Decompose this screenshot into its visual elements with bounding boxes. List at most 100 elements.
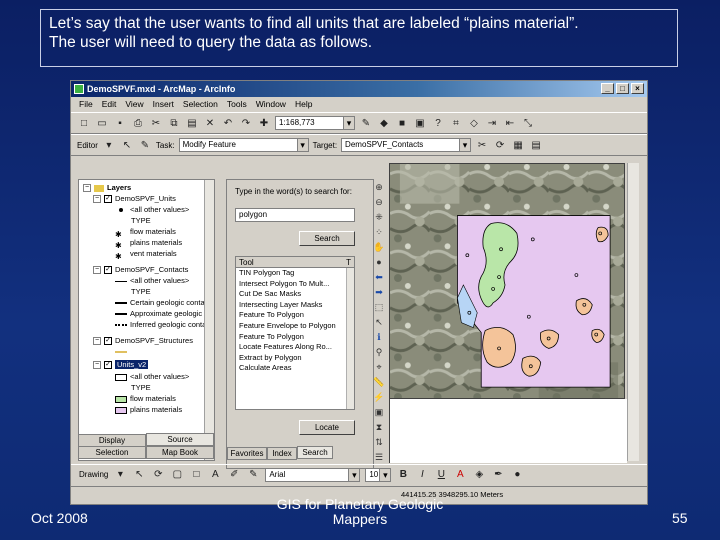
list-item[interactable]: Calculate Areas bbox=[236, 363, 354, 374]
add-data-icon[interactable]: ✚ bbox=[257, 116, 271, 130]
drawing-menu[interactable]: Drawing bbox=[79, 470, 108, 479]
sketch-tool-icon[interactable]: ✎ bbox=[138, 138, 152, 152]
delete-icon[interactable]: ✕ bbox=[203, 116, 217, 130]
go-back-icon[interactable]: ⬅ bbox=[373, 271, 385, 284]
list-item[interactable]: Intersect Polygon To Mult... bbox=[236, 279, 354, 290]
select-elements-icon[interactable]: ↖ bbox=[373, 316, 385, 329]
rectangle-icon[interactable]: □ bbox=[189, 468, 203, 482]
list-item[interactable]: Cut De Sac Masks bbox=[236, 289, 354, 300]
topology-icon[interactable]: ⌗ bbox=[449, 116, 463, 130]
toc-row-layers[interactable]: − Layers bbox=[83, 182, 131, 193]
map-display[interactable] bbox=[389, 163, 625, 399]
menu-file[interactable]: File bbox=[79, 97, 93, 112]
results-scrollbar[interactable] bbox=[346, 268, 354, 409]
marker-color-icon[interactable]: ● bbox=[510, 468, 524, 482]
hyperlink-icon[interactable]: ⚡ bbox=[373, 391, 385, 404]
editor-dropdown-icon[interactable]: ▾ bbox=[102, 138, 116, 152]
list-item[interactable]: Locate Features Along Ro... bbox=[236, 342, 354, 353]
pan-icon[interactable]: ✋ bbox=[373, 241, 385, 254]
italic-icon[interactable]: I bbox=[415, 468, 429, 482]
swipe-icon[interactable]: ⇅ bbox=[373, 436, 385, 449]
close-button[interactable]: × bbox=[631, 83, 644, 94]
arctoolbox-icon[interactable]: ■ bbox=[395, 116, 409, 130]
list-item[interactable]: Feature To Polygon bbox=[236, 332, 354, 343]
arcmap-catalog-icon[interactable]: ◆ bbox=[377, 116, 391, 130]
editor-menu[interactable]: Editor bbox=[77, 141, 98, 150]
map-scale-combo[interactable]: 1:168,773 bbox=[275, 116, 355, 130]
line-color-icon[interactable]: ✒ bbox=[491, 468, 505, 482]
tool-a-icon[interactable]: ◇ bbox=[467, 116, 481, 130]
undo-icon[interactable]: ↶ bbox=[221, 116, 235, 130]
menu-insert[interactable]: Insert bbox=[153, 97, 174, 112]
text-tool-icon[interactable]: A bbox=[208, 468, 222, 482]
results-header[interactable]: Tool T bbox=[236, 257, 354, 268]
map-empty-area[interactable] bbox=[389, 399, 627, 463]
attributes-icon[interactable]: ▦ bbox=[511, 138, 525, 152]
html-popup-icon[interactable]: ▣ bbox=[373, 406, 385, 419]
target-combo[interactable]: DemoSPVF_Contacts bbox=[341, 138, 472, 152]
bold-icon[interactable]: B bbox=[396, 468, 410, 482]
go-forward-icon[interactable]: ➡ bbox=[373, 286, 385, 299]
cut-icon[interactable]: ✂ bbox=[149, 116, 163, 130]
list-item[interactable]: Intersecting Layer Masks bbox=[236, 300, 354, 311]
list-item[interactable]: TIN Polygon Tag bbox=[236, 268, 354, 279]
select-elements-icon[interactable]: ↖ bbox=[132, 468, 146, 482]
tab-favorites[interactable]: Favorites bbox=[227, 447, 267, 460]
menu-edit[interactable]: Edit bbox=[102, 97, 117, 112]
edit-tool-icon[interactable]: ↖ bbox=[120, 138, 134, 152]
tab-index[interactable]: Index bbox=[267, 447, 297, 460]
go-to-xy-icon[interactable]: ⌖ bbox=[373, 361, 385, 374]
command-line-icon[interactable]: ▣ bbox=[413, 116, 427, 130]
task-combo[interactable]: Modify Feature bbox=[178, 138, 309, 152]
menu-window[interactable]: Window bbox=[256, 97, 286, 112]
locate-button[interactable]: Locate bbox=[299, 420, 355, 435]
minimize-button[interactable]: _ bbox=[601, 83, 614, 94]
tab-source[interactable]: Source bbox=[146, 433, 214, 446]
select-features-icon[interactable]: ⬚ bbox=[373, 301, 385, 314]
font-size-combo[interactable]: 10 bbox=[365, 467, 392, 482]
editor-toolbar-icon[interactable]: ✎ bbox=[359, 116, 373, 130]
list-item[interactable]: Extract by Polygon bbox=[236, 353, 354, 364]
font-combo[interactable]: Arial bbox=[265, 467, 361, 482]
menu-view[interactable]: View bbox=[125, 97, 143, 112]
fixed-zoom-in-icon[interactable]: ⁜ bbox=[373, 211, 385, 224]
fill-color-icon[interactable]: ◈ bbox=[472, 468, 486, 482]
measure-icon[interactable]: 📏 bbox=[373, 376, 385, 389]
menu-selection[interactable]: Selection bbox=[183, 97, 218, 112]
rotate-tool-icon[interactable]: ⟳ bbox=[493, 138, 507, 152]
zoom-out-icon[interactable]: ⊖ bbox=[373, 196, 385, 209]
list-item[interactable]: Feature Envelope to Polygon bbox=[236, 321, 354, 332]
fixed-zoom-out-icon[interactable]: ⁘ bbox=[373, 226, 385, 239]
effects-icon[interactable]: ☰ bbox=[373, 451, 385, 464]
paste-icon[interactable]: ▤ bbox=[185, 116, 199, 130]
toc-row-layer[interactable]: − ✓ DemoSPVF_Units bbox=[93, 193, 176, 204]
identify-icon[interactable]: ℹ bbox=[373, 331, 385, 344]
menu-tools[interactable]: Tools bbox=[227, 97, 247, 112]
search-input[interactable]: polygon bbox=[235, 208, 355, 222]
split-tool-icon[interactable]: ✂ bbox=[475, 138, 489, 152]
list-item[interactable]: Feature To Polygon bbox=[236, 310, 354, 321]
maximize-button[interactable]: □ bbox=[616, 83, 629, 94]
new-document-icon[interactable]: □ bbox=[77, 116, 91, 130]
find-icon[interactable]: ⚲ bbox=[373, 346, 385, 359]
time-slider-icon[interactable]: ⧗ bbox=[373, 421, 385, 434]
toc-row-layer-selected[interactable]: − ✓ Units_v2 bbox=[93, 359, 149, 370]
toc-row-layer[interactable]: − ✓ DemoSPVF_Contacts bbox=[93, 264, 188, 275]
toc-scrollbar[interactable] bbox=[204, 180, 214, 460]
sketch-properties-icon[interactable]: ▤ bbox=[529, 138, 543, 152]
save-icon[interactable]: ▪ bbox=[113, 116, 127, 130]
copy-icon[interactable]: ⧉ bbox=[167, 116, 181, 130]
edit-vertices-icon[interactable]: ✐ bbox=[227, 468, 241, 482]
open-folder-icon[interactable]: ▭ bbox=[95, 116, 109, 130]
toc-row-layer[interactable]: − ✓ DemoSPVF_Structures bbox=[93, 335, 193, 346]
tool-b-icon[interactable]: ⇥ bbox=[485, 116, 499, 130]
tab-selection[interactable]: Selection bbox=[78, 446, 146, 459]
tab-map-book[interactable]: Map Book bbox=[146, 446, 214, 459]
full-extent-icon[interactable]: ● bbox=[373, 256, 385, 269]
redo-icon[interactable]: ↷ bbox=[239, 116, 253, 130]
search-button[interactable]: Search bbox=[299, 231, 355, 246]
tool-d-icon[interactable]: ⤡ bbox=[521, 116, 535, 130]
zoom-whole-page-icon[interactable]: ▢ bbox=[170, 468, 184, 482]
print-icon[interactable]: ⎙ bbox=[131, 116, 145, 130]
whats-this-icon[interactable]: ? bbox=[431, 116, 445, 130]
